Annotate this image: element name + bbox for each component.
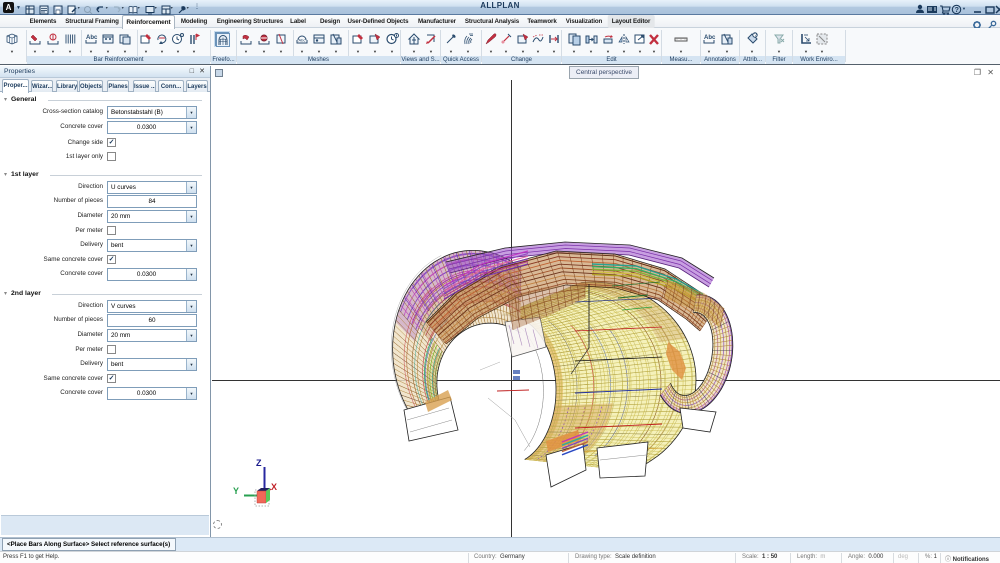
svg-text:?: ? (955, 7, 959, 14)
svg-text:Abc: Abc (299, 38, 306, 43)
svg-text:Abc: Abc (704, 35, 716, 41)
svg-text:Abc: Abc (86, 35, 98, 41)
svg-text:?: ? (754, 33, 757, 39)
